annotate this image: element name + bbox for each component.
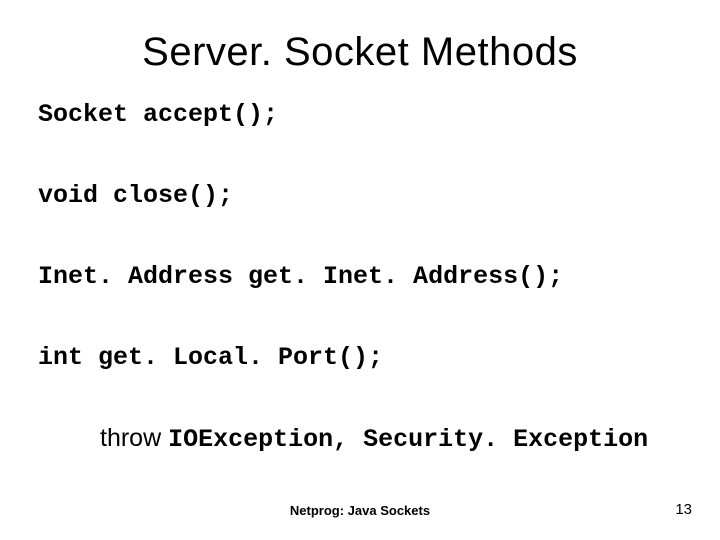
page-number: 13: [675, 501, 692, 518]
method-line: int get. Local. Port();: [38, 343, 682, 372]
method-line: void close();: [38, 181, 682, 210]
slide: Server. Socket Methods Socket accept(); …: [0, 0, 720, 540]
throw-exceptions: IOException, Security. Exception: [168, 425, 648, 454]
slide-body: Socket accept(); void close(); Inet. Add…: [38, 100, 682, 454]
footer-center: Netprog: Java Sockets: [0, 503, 720, 518]
slide-title: Server. Socket Methods: [0, 30, 720, 75]
throw-keyword: throw: [100, 424, 168, 452]
method-line: Inet. Address get. Inet. Address();: [38, 262, 682, 291]
throw-line: throw IOException, Security. Exception: [100, 424, 682, 454]
method-line: Socket accept();: [38, 100, 682, 129]
